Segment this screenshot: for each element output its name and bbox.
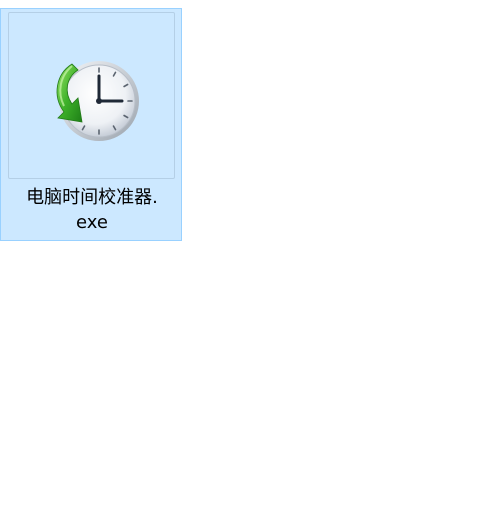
file-item[interactable]: 电脑时间校准器. exe [0,8,182,241]
clock-sync-icon [42,46,142,146]
file-thumbnail[interactable] [8,12,175,179]
file-name-label[interactable]: 电脑时间校准器. exe [1,185,183,235]
file-name-line-2: exe [76,212,108,233]
file-name-line-1: 电脑时间校准器. [26,187,158,208]
file-view: 电脑时间校准器. exe [0,0,492,522]
